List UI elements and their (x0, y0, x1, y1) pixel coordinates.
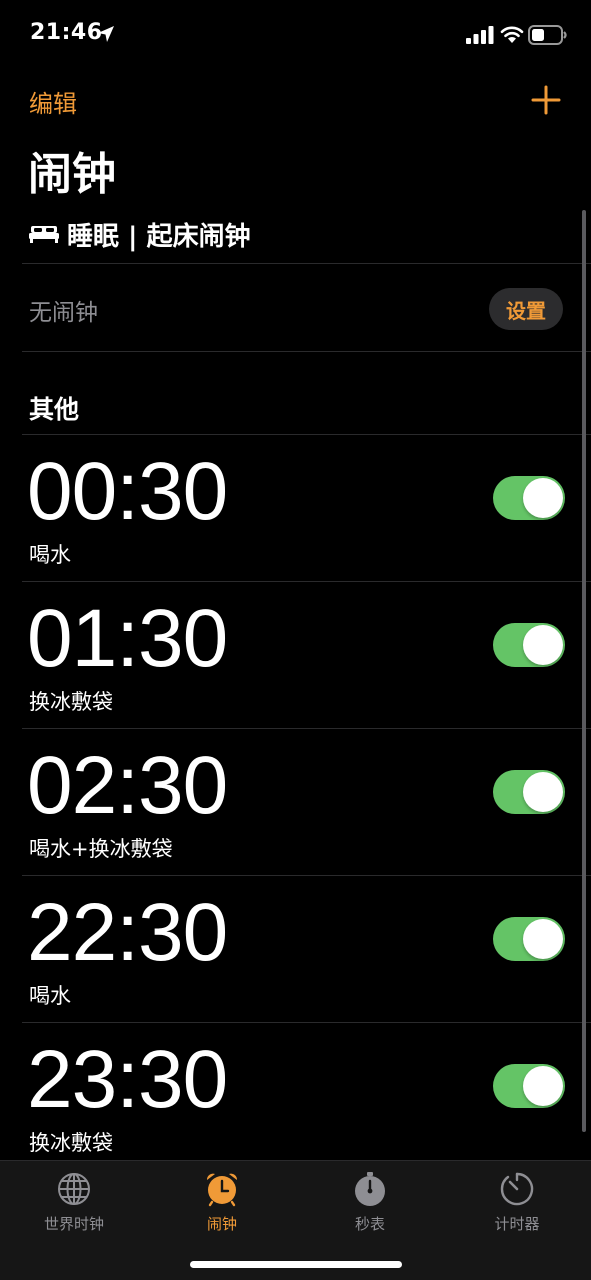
bed-icon (29, 226, 59, 243)
no-alarm-text: 无闹钟 (29, 300, 98, 326)
alarm-time: 02:30 (27, 740, 228, 831)
status-time: 21:46 (30, 20, 103, 45)
alarm-label: 换冰敷袋 (29, 690, 113, 714)
toggle-knob (523, 919, 563, 959)
tab-stopwatch[interactable]: 秒表 (296, 1171, 444, 1247)
page-title: 闹钟 (28, 149, 116, 200)
alarm-row[interactable]: 02:30 喝水+换冰敷袋 (0, 729, 591, 876)
alarm-time: 23:30 (27, 1034, 228, 1125)
sleep-section-title: 睡眠 | 起床闹钟 (67, 221, 251, 252)
alarm-toggle[interactable] (493, 476, 565, 520)
alarm-label: 换冰敷袋 (29, 1131, 113, 1155)
setup-button[interactable]: 设置 (489, 288, 563, 330)
alarm-row[interactable]: 01:30 换冰敷袋 (0, 582, 591, 729)
add-alarm-button[interactable] (530, 84, 562, 116)
alarm-screen: 21:46 编辑 闹钟 睡眠 | 起床闹钟 无闹钟 设置 其他 00:30 喝水… (0, 0, 591, 1280)
scrollbar[interactable] (582, 210, 586, 1132)
alarm-row[interactable]: 22:30 喝水 (0, 876, 591, 1023)
others-section-label: 其他 (29, 395, 80, 424)
stopwatch-icon (355, 1172, 385, 1206)
alarm-toggle[interactable] (493, 770, 565, 814)
alarm-toggle[interactable] (493, 623, 565, 667)
toggle-knob (523, 1066, 563, 1106)
globe-icon (58, 1173, 90, 1205)
alarm-row[interactable]: 00:30 喝水 (0, 435, 591, 582)
toggle-knob (523, 625, 563, 665)
tab-alarm[interactable]: 闹钟 (148, 1171, 296, 1247)
alarm-toggle[interactable] (493, 1064, 565, 1108)
wifi-icon (500, 26, 524, 43)
edit-button[interactable]: 编辑 (29, 84, 77, 119)
divider (22, 351, 591, 352)
home-indicator[interactable] (190, 1261, 402, 1268)
alarm-clock-icon (206, 1173, 238, 1207)
toggle-knob (523, 772, 563, 812)
alarm-time: 01:30 (27, 593, 228, 684)
tab-label: 秒表 (354, 1215, 385, 1233)
tab-timer[interactable]: 计时器 (443, 1171, 591, 1247)
alarm-time: 00:30 (27, 446, 228, 537)
alarm-toggle[interactable] (493, 917, 565, 961)
location-arrow-icon (98, 26, 114, 42)
alarm-row[interactable]: 23:30 换冰敷袋 (0, 1023, 591, 1170)
toggle-knob (523, 478, 563, 518)
battery-icon (528, 25, 567, 45)
alarm-label: 喝水+换冰敷袋 (29, 837, 173, 861)
divider (22, 263, 591, 264)
cellular-signal-icon (466, 26, 494, 44)
timer-icon (500, 1172, 534, 1206)
alarm-label: 喝水 (29, 543, 71, 567)
tab-label: 世界时钟 (43, 1215, 104, 1233)
alarm-label: 喝水 (29, 984, 71, 1008)
tab-label: 计时器 (494, 1215, 540, 1233)
alarm-time: 22:30 (27, 887, 228, 978)
status-bar: 21:46 (0, 0, 591, 70)
tab-label: 闹钟 (206, 1215, 237, 1233)
sleep-section-header: 睡眠 | 起床闹钟 (29, 216, 251, 252)
tab-world-clock[interactable]: 世界时钟 (0, 1171, 148, 1247)
